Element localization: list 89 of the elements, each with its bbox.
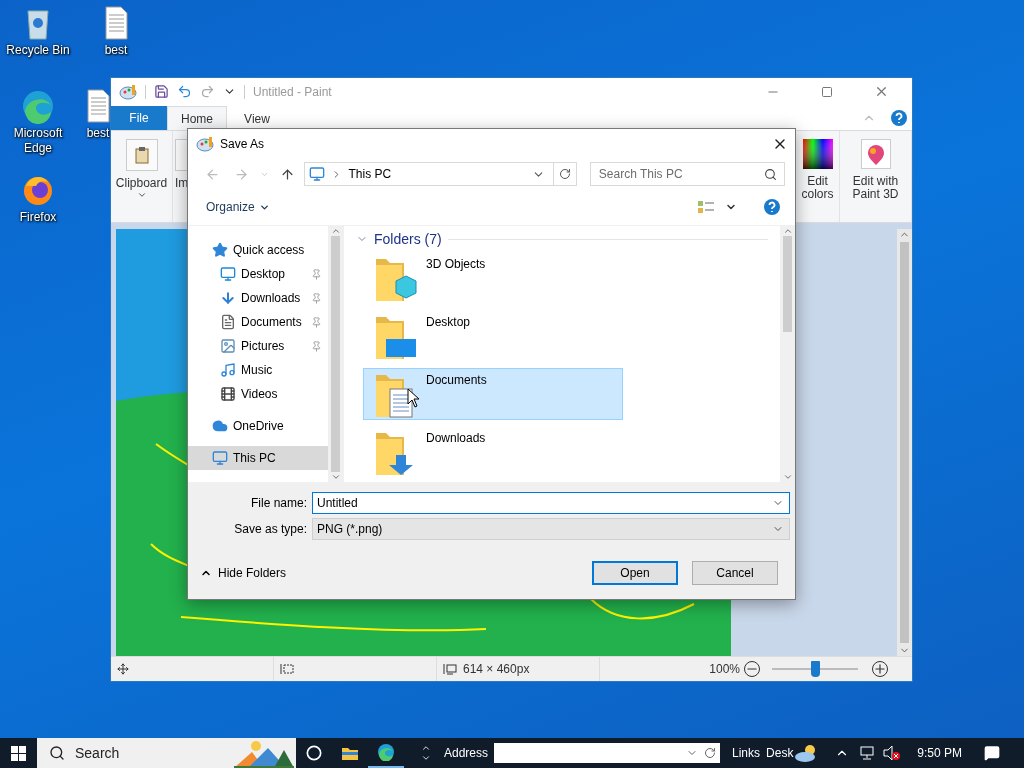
folder-item[interactable]: 3D Objects (363, 252, 623, 304)
image-icon (220, 338, 236, 354)
ribbon-tab[interactable]: Home (167, 105, 227, 131)
desktop-icon-label[interactable]: best (86, 126, 110, 141)
nav-pane-item[interactable]: Quick access (188, 238, 328, 262)
nav-pane-item[interactable]: Downloads (188, 286, 328, 310)
scrollbar-thumb[interactable] (783, 236, 792, 332)
redo-icon[interactable] (200, 84, 215, 100)
edge-icon[interactable] (377, 743, 395, 761)
clipboard-icon (134, 146, 149, 165)
hide-folders-button[interactable]: Hide Folders (200, 566, 287, 580)
zoom-slider-thumb[interactable] (811, 661, 820, 678)
palette-icon (196, 136, 214, 152)
paste-button[interactable] (125, 139, 158, 172)
maximize-icon[interactable] (821, 85, 833, 98)
organize-button[interactable]: Organize (200, 196, 276, 218)
desktop-icon-label[interactable]: Firefox (19, 210, 57, 225)
search-icon (49, 745, 65, 761)
clock[interactable]: 9:50 PM (917, 746, 962, 760)
selection-size-icon (280, 663, 294, 676)
refresh-icon[interactable] (558, 168, 571, 180)
folder-icon[interactable] (341, 745, 359, 761)
ribbon-button-label[interactable]: Edit colors (799, 175, 836, 202)
dialog-title: Save As (220, 137, 265, 151)
film-icon (220, 386, 236, 402)
nav-pane-item[interactable]: Pictures (188, 334, 328, 358)
scrollbar-thumb[interactable] (900, 242, 909, 644)
desktop-icon-label[interactable]: Recycle Bin (6, 43, 70, 58)
download-icon (220, 290, 236, 306)
windows-logo-icon[interactable] (11, 745, 26, 761)
folder-item[interactable]: Documents (363, 368, 623, 420)
search-field[interactable]: Search This PC (589, 162, 785, 186)
desktop-toolbar[interactable]: Desk (766, 746, 794, 760)
file-type-dropdown[interactable]: PNG (*.png) (312, 518, 790, 540)
computer-icon (309, 166, 326, 182)
folder-item[interactable]: Desktop (363, 310, 623, 362)
network-icon[interactable] (859, 746, 876, 760)
nav-pane-item[interactable]: Desktop (188, 262, 328, 286)
file-name-field[interactable]: Untitled (312, 492, 790, 514)
nav-pane-item[interactable]: This PC (188, 446, 328, 470)
file-tab[interactable]: File (111, 105, 167, 131)
group-header[interactable]: Folders (7) (374, 231, 442, 247)
color-spectrum-icon[interactable] (802, 139, 833, 170)
nav-pane-item[interactable]: Documents (188, 310, 328, 334)
ribbon-group-label: Im (175, 177, 189, 191)
folder-item[interactable]: Downloads (363, 426, 623, 478)
notifications-icon[interactable] (984, 745, 1000, 761)
image-size-icon (443, 663, 457, 676)
scroll-up-icon[interactable] (421, 743, 431, 753)
window-title: Untitled - Paint (253, 84, 332, 99)
address-field[interactable] (494, 743, 721, 763)
help-icon[interactable] (890, 109, 908, 127)
address-bar[interactable]: This PC (304, 162, 577, 186)
address-label: Address (444, 746, 489, 760)
up-icon[interactable] (280, 166, 296, 182)
edge-icon (21, 88, 55, 124)
desktop-icon-label[interactable]: Microsoft Edge (1, 126, 75, 156)
speaker-icon[interactable] (883, 745, 902, 761)
computer-icon (212, 450, 228, 466)
dialog-button[interactable]: Cancel (692, 561, 778, 585)
ribbon-button-label[interactable]: Edit with Paint 3D (843, 175, 908, 202)
search-icon (764, 167, 777, 181)
move-icon (117, 663, 129, 676)
refresh-icon[interactable] (704, 747, 717, 759)
scroll-down-icon[interactable] (421, 753, 431, 763)
desktop-icon (220, 266, 236, 282)
field-label: File name: (249, 496, 308, 510)
cortana-icon[interactable] (306, 745, 322, 761)
paint-drop-icon[interactable] (860, 139, 891, 170)
save-icon[interactable] (154, 84, 169, 100)
image-size-text: 614 × 460px (463, 662, 530, 677)
music-note-icon (220, 362, 236, 378)
ribbon-group-label: Clipboard (115, 177, 168, 191)
pointer-icon (407, 388, 419, 408)
nav-pane-item[interactable]: Videos (188, 382, 328, 406)
scrollbar-thumb[interactable] (331, 236, 340, 472)
palette-icon (119, 83, 137, 100)
dialog-button[interactable]: Open (592, 561, 678, 585)
links-toolbar[interactable]: Links (732, 746, 761, 760)
document-icon (220, 314, 236, 330)
undo-icon[interactable] (177, 84, 192, 100)
help-icon[interactable] (763, 198, 781, 216)
desktop-icon-label[interactable]: best (104, 43, 128, 58)
cloud-icon (212, 418, 228, 434)
star-icon (212, 242, 228, 258)
zoom-percent: 100% (709, 662, 740, 677)
nav-pane-item[interactable]: Music (188, 358, 328, 382)
nav-pane-item[interactable]: OneDrive (188, 414, 328, 438)
field-label: Save as type: (233, 522, 308, 536)
